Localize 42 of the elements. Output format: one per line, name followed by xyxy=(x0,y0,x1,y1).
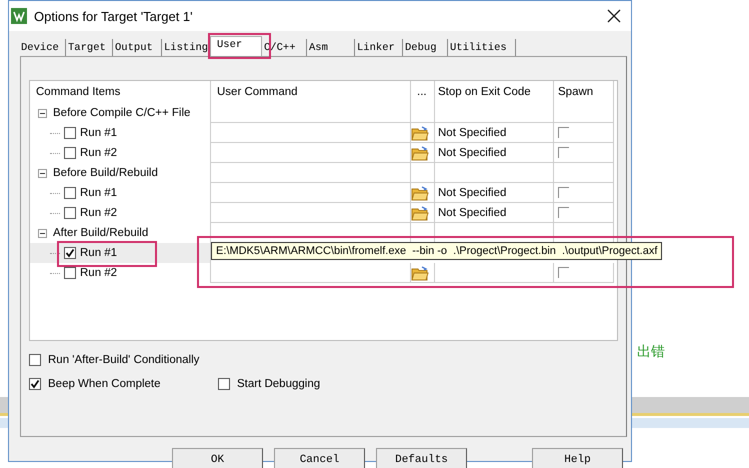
dialog-button[interactable]: Cancel xyxy=(274,448,365,468)
column-header: ... xyxy=(411,81,435,103)
tab[interactable]: Asm xyxy=(307,39,355,56)
table-cell: Not Specified xyxy=(435,183,554,203)
tree-row[interactable]: Run #2 xyxy=(30,143,211,163)
tab[interactable]: User xyxy=(210,36,262,56)
dialog-button[interactable]: Defaults xyxy=(376,448,467,468)
tree-group-label[interactable]: After Build/Rebuild xyxy=(53,227,148,239)
tree-item-label[interactable]: Run #2 xyxy=(80,207,118,219)
tree-row[interactable]: Run #1 xyxy=(30,243,211,263)
column-header: Spawn xyxy=(554,81,614,103)
tab[interactable]: Target xyxy=(66,39,113,56)
tab[interactable]: Linker xyxy=(355,39,403,56)
column-header: User Command xyxy=(211,81,411,103)
tooltip: E:\MDK5\ARM\ARMCC\bin\fromelf.exe --bin -o .\Progect\Progect.bin .\output\Progect.axf xyxy=(211,242,662,260)
tree-item-label[interactable]: Run #2 xyxy=(80,147,118,159)
tab[interactable]: Debug xyxy=(403,39,448,56)
window-title: Options for Target 'Target 1' xyxy=(34,8,194,24)
table-cell: Not Specified xyxy=(435,123,554,143)
background-text: 出错 xyxy=(637,343,665,361)
tree-group-label[interactable]: Before Build/Rebuild xyxy=(53,167,158,179)
dialog-button[interactable]: OK xyxy=(172,448,263,468)
tab[interactable]: Device xyxy=(19,39,66,56)
tab[interactable]: Utilities xyxy=(448,39,516,56)
table-cell: Not Specified xyxy=(435,203,554,223)
option-label[interactable]: Run 'After-Build' Conditionally xyxy=(48,354,200,366)
tree-row[interactable]: Run #2 xyxy=(30,263,211,283)
tree-row[interactable]: Run #1 xyxy=(30,183,211,203)
table-cell: Not Specified xyxy=(435,143,554,163)
tree-row[interactable]: Run #1 xyxy=(30,123,211,143)
option-label[interactable]: Start Debugging xyxy=(237,378,320,390)
tree-item-label[interactable]: Run #1 xyxy=(80,187,118,199)
tree-item-label[interactable]: Run #2 xyxy=(80,267,118,279)
tab[interactable]: Output xyxy=(113,39,162,56)
column-header: Stop on Exit Code xyxy=(435,81,554,103)
column-header: Command Items xyxy=(30,81,211,103)
tree-row[interactable]: Run #2 xyxy=(30,203,211,223)
tree-item-label[interactable]: Run #1 xyxy=(80,247,118,259)
dialog-button[interactable]: Help xyxy=(532,448,623,468)
tree-group-label[interactable]: Before Compile C/C++ File xyxy=(53,107,190,119)
tree-item-label[interactable]: Run #1 xyxy=(80,127,118,139)
option-label[interactable]: Beep When Complete xyxy=(48,378,161,390)
